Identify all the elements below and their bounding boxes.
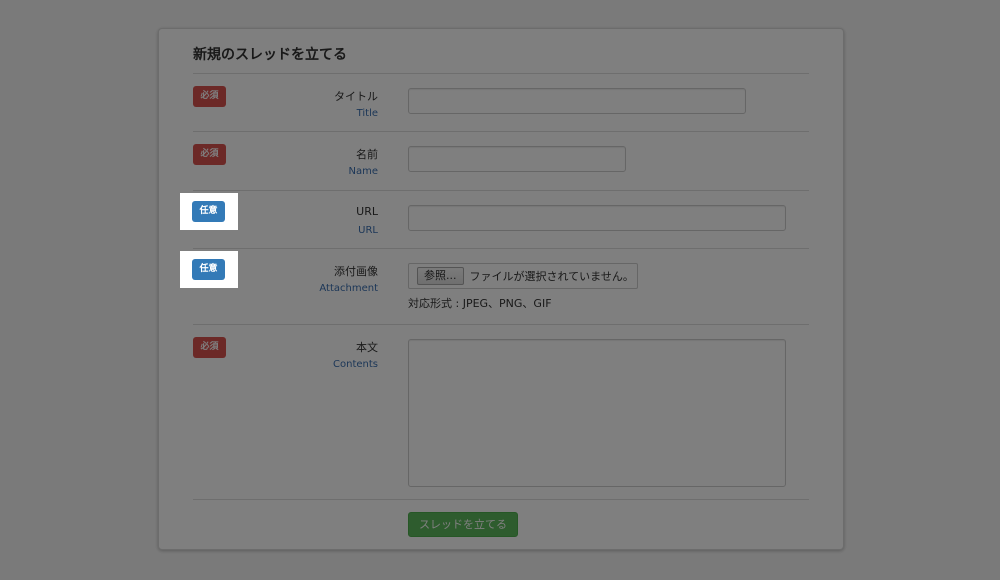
title-label-en: Title <box>356 108 378 119</box>
url-label: URL <box>356 205 378 218</box>
contents-label-en: Contents <box>333 359 378 370</box>
url-label-en: URL <box>358 225 378 236</box>
form-row-contents: 必須 本文 Contents <box>193 325 809 500</box>
attachment-file-input[interactable]: 参照... ファイルが選択されていません。 <box>408 263 638 289</box>
title-input[interactable] <box>408 88 746 114</box>
form-row-name: 必須 名前 Name <box>193 132 809 191</box>
contents-label: 本文 <box>356 341 378 354</box>
required-badge: 必須 <box>193 337 226 358</box>
form-row-title: 必須 タイトル Title <box>193 74 809 132</box>
form-title: 新規のスレッドを立てる <box>193 29 809 74</box>
highlight-url-badge: 任意 <box>180 193 238 230</box>
name-label-en: Name <box>348 166 378 177</box>
supported-formats-text: 対応形式 : JPEG、PNG、GIF <box>408 297 552 310</box>
url-input[interactable] <box>408 205 786 231</box>
highlight-attachment-badge: 任意 <box>180 251 238 288</box>
optional-badge: 任意 <box>192 201 225 222</box>
title-label: タイトル <box>334 90 378 103</box>
name-input[interactable] <box>408 146 626 172</box>
optional-badge: 任意 <box>192 259 225 280</box>
name-label: 名前 <box>356 148 378 161</box>
required-badge: 必須 <box>193 144 226 165</box>
browse-button[interactable]: 参照... <box>417 267 464 285</box>
form-row-url: URL URL <box>193 191 809 249</box>
file-status-text: ファイルが選択されていません。 <box>469 270 634 283</box>
submit-button[interactable]: スレッドを立てる <box>408 512 518 537</box>
form-row-attachment: 添付画像 Attachment 参照... ファイルが選択されていません。 対応… <box>193 249 809 325</box>
required-badge: 必須 <box>193 86 226 107</box>
attachment-label-en: Attachment <box>319 283 378 294</box>
new-thread-form-panel: 新規のスレッドを立てる 必須 タイトル Title 必須 名前 Name URL… <box>158 28 844 550</box>
contents-textarea[interactable] <box>408 339 786 487</box>
attachment-label: 添付画像 <box>334 265 378 278</box>
